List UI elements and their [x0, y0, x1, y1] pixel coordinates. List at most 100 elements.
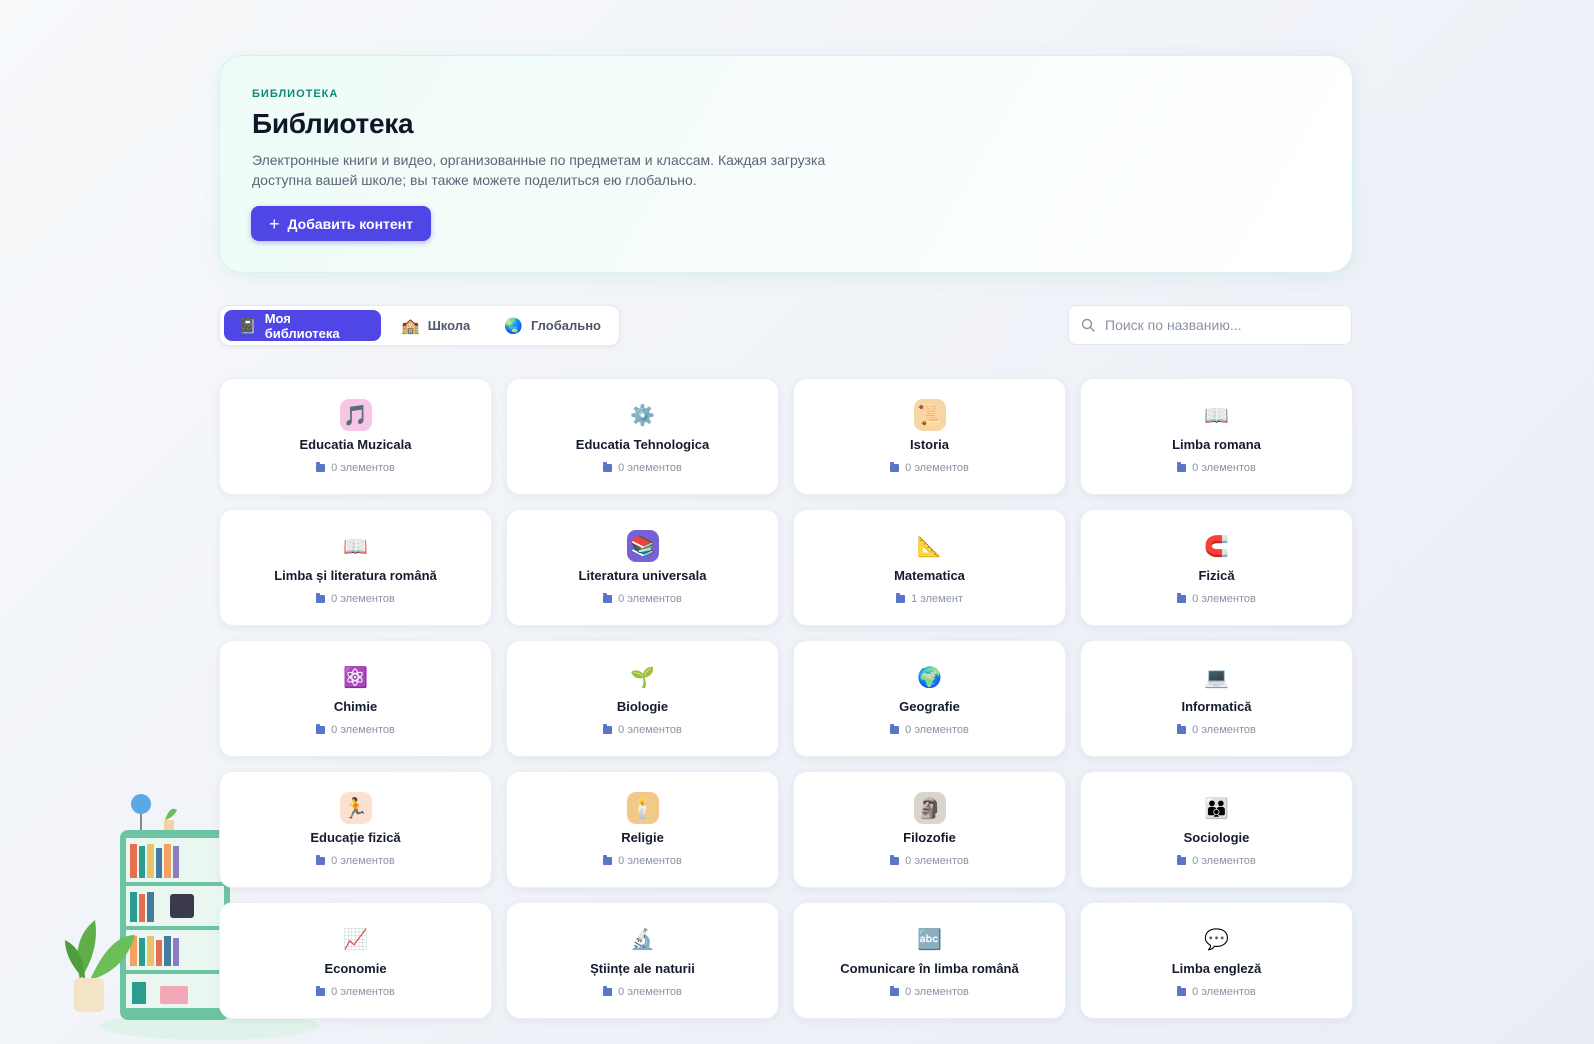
- subject-card[interactable]: 🌍 Geografie 0 элементов: [793, 640, 1066, 757]
- tab-label: Глобально: [530, 318, 601, 333]
- subject-card[interactable]: 🎵 Educatia Muzicala 0 элементов: [219, 378, 492, 495]
- count-text: 0 элементов: [905, 855, 969, 867]
- folder-icon: [316, 593, 326, 603]
- subject-icon: 💻: [1204, 666, 1229, 689]
- subject-card[interactable]: 🗿 Filozofie 0 элементов: [793, 771, 1066, 888]
- subject-icon: 🔬: [630, 928, 655, 951]
- add-content-button[interactable]: + Добавить контент: [251, 206, 431, 241]
- search-icon: [1081, 318, 1095, 332]
- subject-title: Comunicare în limba română: [840, 961, 1019, 976]
- subject-title: Educație fizică: [310, 830, 401, 845]
- subject-icon: 📖: [1204, 404, 1229, 427]
- subject-icon: 🏃: [339, 792, 372, 824]
- subject-item-count: 0 элементов: [1177, 724, 1256, 736]
- folder-icon: [890, 724, 900, 734]
- subject-card[interactable]: 🕯️ Religie 0 элементов: [506, 771, 779, 888]
- subject-title: Matematica: [894, 568, 965, 583]
- subject-icon: 📈: [343, 928, 368, 951]
- search-input[interactable]: [1105, 317, 1325, 333]
- school-icon: 🏫: [401, 317, 420, 335]
- subject-title: Limba romana: [1172, 437, 1261, 452]
- search-box: [1068, 305, 1352, 345]
- subject-item-count: 0 элементов: [890, 462, 969, 474]
- subject-item-count: 0 элементов: [316, 724, 395, 736]
- subject-icon: 👪: [1204, 797, 1229, 820]
- folder-icon: [1177, 462, 1187, 472]
- subject-card[interactable]: 📖 Limba romana 0 элементов: [1080, 378, 1353, 495]
- count-text: 0 элементов: [905, 462, 969, 474]
- subject-item-count: 0 элементов: [316, 593, 395, 605]
- folder-icon: [1177, 855, 1187, 865]
- count-text: 0 элементов: [331, 593, 395, 605]
- subject-card[interactable]: 💻 Informatică 0 элементов: [1080, 640, 1353, 757]
- count-text: 0 элементов: [1192, 986, 1256, 998]
- subject-title: Limba engleză: [1171, 961, 1262, 976]
- subject-card[interactable]: 🏃 Educație fizică 0 элементов: [219, 771, 492, 888]
- count-text: 0 элементов: [618, 593, 682, 605]
- subject-card[interactable]: ⚛️ Chimie 0 элементов: [219, 640, 492, 757]
- count-text: 0 элементов: [331, 986, 395, 998]
- folder-icon: [1177, 986, 1187, 996]
- subject-card[interactable]: 🔤 Comunicare în limba română 0 элементов: [793, 902, 1066, 1019]
- subject-card[interactable]: ⚙️ Educatia Tehnologica 0 элементов: [506, 378, 779, 495]
- count-text: 0 элементов: [1192, 724, 1256, 736]
- library-scope-tabs: 📓 Моя библиотека 🏫 Школа 🌏 Глобально: [219, 305, 620, 346]
- subject-icon: 🗿: [913, 792, 946, 824]
- library-hero-card: БИБЛИОТЕКА Библиотека Электронные книги …: [219, 55, 1353, 273]
- folder-icon: [1177, 593, 1187, 603]
- hero-description: Электронные книги и видео, организованны…: [252, 152, 826, 188]
- subject-card[interactable]: 🌱 Biologie 0 элементов: [506, 640, 779, 757]
- folder-icon: [603, 462, 613, 472]
- subject-icon: ⚛️: [343, 666, 368, 689]
- tab-label: Школа: [427, 318, 471, 333]
- count-text: 0 элементов: [331, 855, 395, 867]
- folder-icon: [316, 986, 326, 996]
- subject-grid: 🎵 Educatia Muzicala 0 элементов ⚙️ Educatia …: [219, 378, 1353, 1019]
- subject-item-count: 0 элементов: [603, 724, 682, 736]
- subject-item-count: 0 элементов: [316, 462, 395, 474]
- subject-item-count: 0 элементов: [1177, 855, 1256, 867]
- subject-item-count: 0 элементов: [316, 986, 395, 998]
- subject-item-count: 0 элементов: [890, 724, 969, 736]
- subject-card[interactable]: 📖 Limba și literatura română 0 элементов: [219, 509, 492, 626]
- subject-icon: 🎵: [339, 399, 372, 431]
- subject-card[interactable]: 📚 Literatura universala 0 элементов: [506, 509, 779, 626]
- subject-card[interactable]: 📐 Matematica 1 элемент: [793, 509, 1066, 626]
- subject-icon: 📐: [917, 535, 942, 558]
- page-title: Библиотека: [252, 108, 414, 139]
- subject-item-count: 0 элементов: [603, 462, 682, 474]
- folder-icon: [603, 724, 613, 734]
- count-text: 0 элементов: [331, 462, 395, 474]
- tab-school[interactable]: 🏫 Школа: [387, 310, 484, 341]
- subject-title: Geografie: [899, 699, 960, 714]
- subject-card[interactable]: 📈 Economie 0 элементов: [219, 902, 492, 1019]
- folder-icon: [603, 593, 613, 603]
- subject-title: Fizică: [1198, 568, 1235, 583]
- subject-card[interactable]: 🧲 Fizică 0 элементов: [1080, 509, 1353, 626]
- subject-card[interactable]: 💬 Limba engleză 0 элементов: [1080, 902, 1353, 1019]
- globe-icon: 🌏: [504, 317, 523, 335]
- subject-title: Istoria: [909, 437, 949, 452]
- subject-card[interactable]: 👪 Sociologie 0 элементов: [1080, 771, 1353, 888]
- folder-icon: [896, 593, 906, 603]
- subject-title: Limba și literatura română: [274, 568, 437, 583]
- subject-item-count: 0 элементов: [316, 855, 395, 867]
- subject-item-count: 0 элементов: [1177, 986, 1256, 998]
- subject-item-count: 1 элемент: [896, 593, 963, 605]
- count-text: 1 элемент: [911, 593, 963, 605]
- subject-card[interactable]: 🔬 Științe ale naturii 0 элементов: [506, 902, 779, 1019]
- subject-title: Biologie: [616, 699, 669, 714]
- subject-title: Chimie: [333, 699, 378, 714]
- subject-icon: 🌍: [917, 666, 942, 689]
- tab-global[interactable]: 🌏 Глобально: [490, 310, 615, 341]
- subject-card[interactable]: 📜 Istoria 0 элементов: [793, 378, 1066, 495]
- subject-icon: 🧲: [1204, 535, 1229, 558]
- subject-icon: 🕯️: [626, 792, 659, 824]
- subject-title: Educatia Tehnologica: [575, 437, 710, 452]
- subject-item-count: 0 элементов: [1177, 462, 1256, 474]
- tab-my-library[interactable]: 📓 Моя библиотека: [224, 310, 382, 341]
- folder-icon: [603, 855, 613, 865]
- add-content-label: Добавить контент: [287, 215, 413, 232]
- folder-icon: [316, 855, 326, 865]
- count-text: 0 элементов: [618, 724, 682, 736]
